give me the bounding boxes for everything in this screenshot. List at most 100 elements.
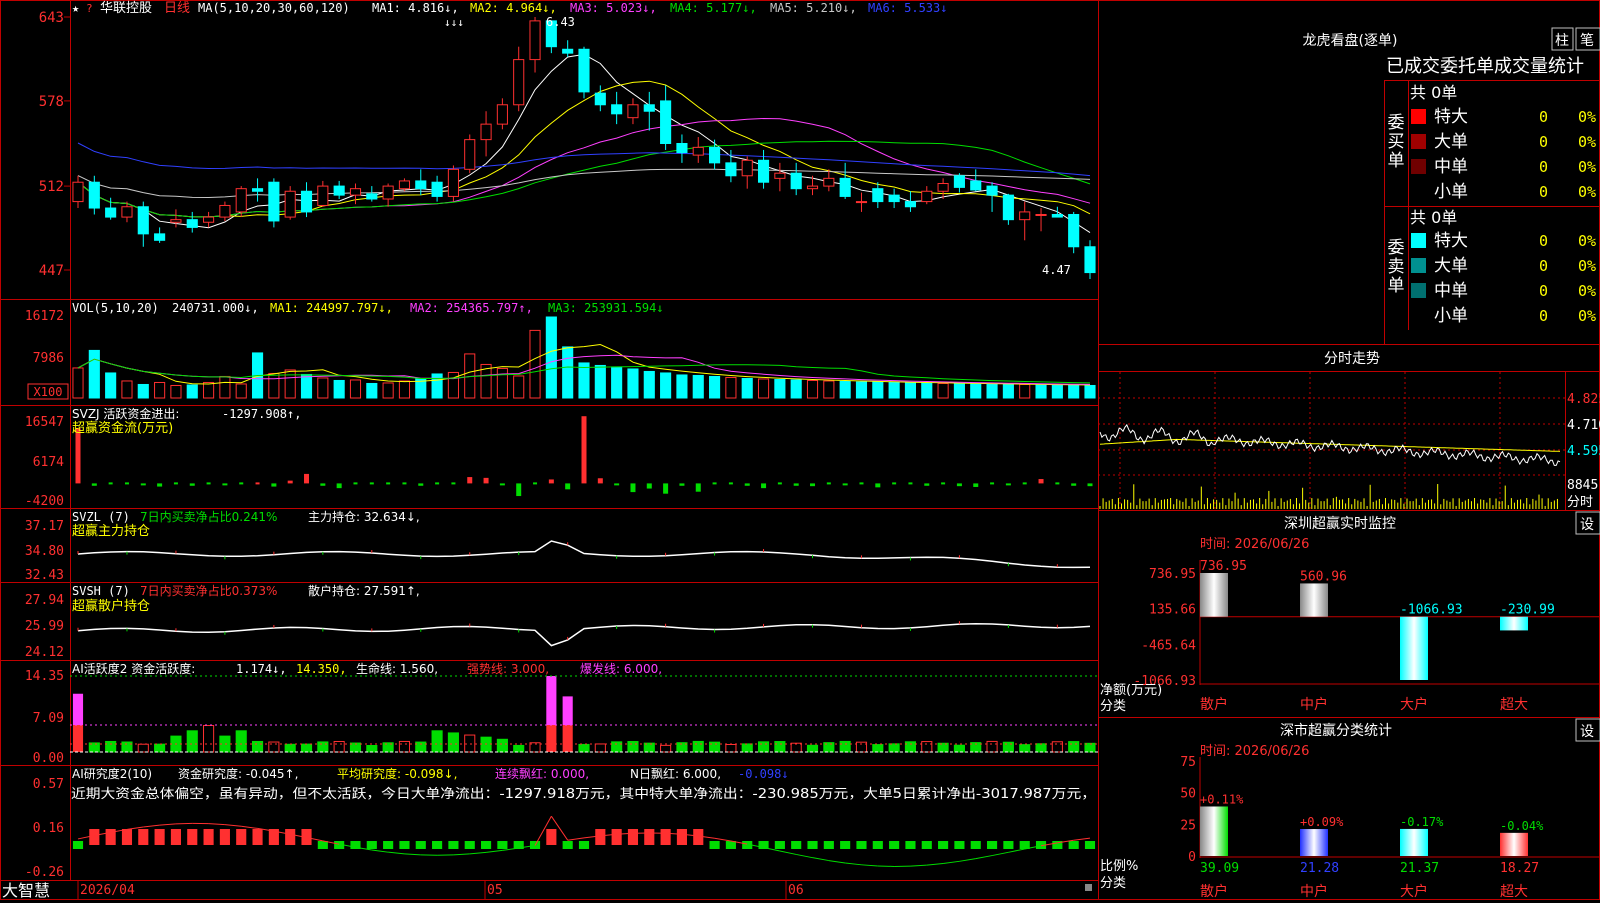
candle-body bbox=[122, 207, 132, 217]
volume-bar bbox=[693, 375, 703, 398]
vol-value: 240731.000↓, bbox=[172, 301, 259, 315]
price-panel[interactable]: 643578512447 6.43 4.47 ↓↓↓ bbox=[39, 10, 1095, 279]
brand-logo: 大智慧 bbox=[2, 881, 50, 900]
fund-flow-bar bbox=[549, 479, 554, 483]
svsh-label: SVSH (7) bbox=[72, 584, 130, 598]
order-percent: 0% bbox=[1578, 158, 1596, 176]
intraday-chart bbox=[1098, 372, 1565, 510]
svzl-panel[interactable]: SVZL (7) 7日内买卖净占比0.241% 主力持仓: 32.634↓, 超… bbox=[25, 509, 1090, 583]
candle bbox=[905, 191, 915, 212]
volume-bar bbox=[301, 374, 311, 398]
order-percent: 0% bbox=[1578, 183, 1596, 201]
order-count: 0 bbox=[1539, 307, 1548, 325]
volume-bar bbox=[563, 347, 573, 398]
price-axis: 643578512447 bbox=[39, 10, 70, 279]
activity-bar bbox=[432, 731, 442, 752]
activity-bar bbox=[595, 744, 605, 752]
activity-bar bbox=[661, 745, 671, 752]
order-color-swatch bbox=[1411, 159, 1426, 174]
ma5-value: MA5: 5.210↓, bbox=[770, 1, 857, 15]
sz-monitor-settings-button[interactable]: 设 bbox=[1576, 512, 1600, 534]
ai-research-tick-1: 0.57 bbox=[33, 777, 64, 792]
activity-bar bbox=[612, 742, 622, 752]
intraday-vol-tick: 8845 bbox=[1567, 478, 1598, 493]
volume-bar bbox=[73, 368, 83, 398]
candle-body bbox=[514, 60, 524, 105]
candle-body bbox=[758, 160, 768, 182]
sz-monitor-chart: 736.95135.66-465.64-1066.93736.95散户560.9… bbox=[1133, 559, 1600, 713]
volume-bar bbox=[922, 383, 932, 398]
monitor-category: 散户 bbox=[1200, 696, 1228, 713]
svzj-panel[interactable]: SVZJ 活跃资金进出: -1297.908↑, 超赢资金流(万元) 16547… bbox=[25, 406, 1093, 509]
price-tick-label: 512 bbox=[39, 179, 64, 195]
candle bbox=[1085, 240, 1095, 279]
volume-panel[interactable]: VOL(5,10,20) 240731.000↓, MA1: 244997.79… bbox=[25, 301, 1095, 399]
volume-bar bbox=[1069, 385, 1079, 398]
intraday-panel[interactable]: 分时走势 4.825 4.710 4.595 8845 分时 bbox=[1098, 351, 1600, 510]
ma6-value: MA6: 5.533↓ bbox=[868, 1, 947, 15]
svsh-panel[interactable]: SVSH (7) 7日内买卖净占比0.373% 散户持仓: 27.591↑, 超… bbox=[25, 583, 1090, 660]
sell-side-label: 委卖单 bbox=[1388, 238, 1405, 296]
continuous-red: 连续飘红: 0.000, bbox=[495, 766, 589, 781]
volume-bar bbox=[220, 376, 230, 398]
candle-body bbox=[187, 220, 197, 228]
volume-bar bbox=[775, 379, 785, 398]
activity-bar bbox=[1020, 745, 1030, 752]
tick-view-button[interactable]: 笔 bbox=[1576, 28, 1600, 50]
candle-body bbox=[971, 181, 981, 190]
high-price-label: 6.43 bbox=[546, 15, 575, 29]
research-line bbox=[992, 852, 1008, 855]
candle bbox=[220, 202, 230, 221]
bar-view-button[interactable]: 柱 bbox=[1552, 28, 1573, 50]
fund-flow-bar bbox=[582, 416, 587, 483]
ai-activity-panel[interactable]: AI活跃度2 资金活跃度: 1.174↓, 14.350, 生命线: 1.560… bbox=[25, 661, 1098, 766]
svg-text:设: 设 bbox=[1580, 724, 1594, 740]
monitor-bar bbox=[1500, 617, 1528, 631]
activity-bar bbox=[138, 744, 148, 752]
fund-flow-bar bbox=[1006, 483, 1011, 485]
research-bar bbox=[628, 829, 638, 845]
candle-body bbox=[432, 182, 442, 196]
candle-body bbox=[807, 186, 817, 189]
research-bar bbox=[171, 829, 181, 845]
candle bbox=[530, 17, 540, 73]
sz-classify-settings-button[interactable]: 设 bbox=[1576, 719, 1600, 741]
lock-icon[interactable] bbox=[1085, 884, 1092, 891]
volume-bar bbox=[138, 384, 148, 398]
order-type-label: 小单 bbox=[1434, 182, 1468, 202]
ma2-value: MA2: 4.964↓, bbox=[470, 1, 557, 15]
candle-body bbox=[710, 147, 720, 162]
intraday-tick-3: 4.595 bbox=[1567, 444, 1600, 459]
research-bar bbox=[399, 841, 409, 849]
classify-tick: 25 bbox=[1180, 818, 1196, 833]
ai-research-panel[interactable]: AI研究度2(10) 资金研究度: -0.045↑, 平均研究度: -0.098… bbox=[25, 766, 1096, 880]
svzl-tick-2: 34.80 bbox=[25, 544, 64, 559]
volume-bar bbox=[987, 384, 997, 398]
volume-bar bbox=[954, 383, 964, 398]
ai-research-tick-3: -0.26 bbox=[25, 865, 64, 880]
side-label-char: 单 bbox=[1388, 276, 1405, 296]
volume-bar bbox=[791, 380, 801, 398]
classify-value-label: 39.09 bbox=[1200, 861, 1239, 876]
monitor-category: 中户 bbox=[1300, 696, 1328, 713]
order-type-label: 中单 bbox=[1434, 281, 1468, 301]
activity-bar-strong bbox=[546, 725, 556, 752]
order-color-swatch bbox=[1411, 134, 1426, 149]
research-bar bbox=[155, 829, 165, 845]
research-bar bbox=[856, 841, 866, 849]
classify-change-label: +0.09% bbox=[1300, 815, 1344, 829]
period-label[interactable]: 日线 bbox=[164, 1, 190, 16]
candle bbox=[350, 184, 360, 205]
ai-research-chart bbox=[73, 816, 1095, 866]
ma4-value: MA4: 5.177↓, bbox=[670, 1, 757, 15]
candle-body bbox=[285, 191, 295, 217]
candle-body bbox=[856, 202, 866, 203]
star-icon[interactable]: ★ bbox=[72, 1, 79, 15]
research-line bbox=[486, 850, 502, 852]
fund-flow-bar bbox=[141, 483, 146, 485]
candle-body bbox=[905, 202, 915, 207]
research-bar bbox=[383, 841, 393, 849]
candle-body bbox=[922, 191, 932, 201]
candle bbox=[840, 163, 850, 199]
life-line-label: 生命线: 1.560, bbox=[356, 661, 438, 676]
